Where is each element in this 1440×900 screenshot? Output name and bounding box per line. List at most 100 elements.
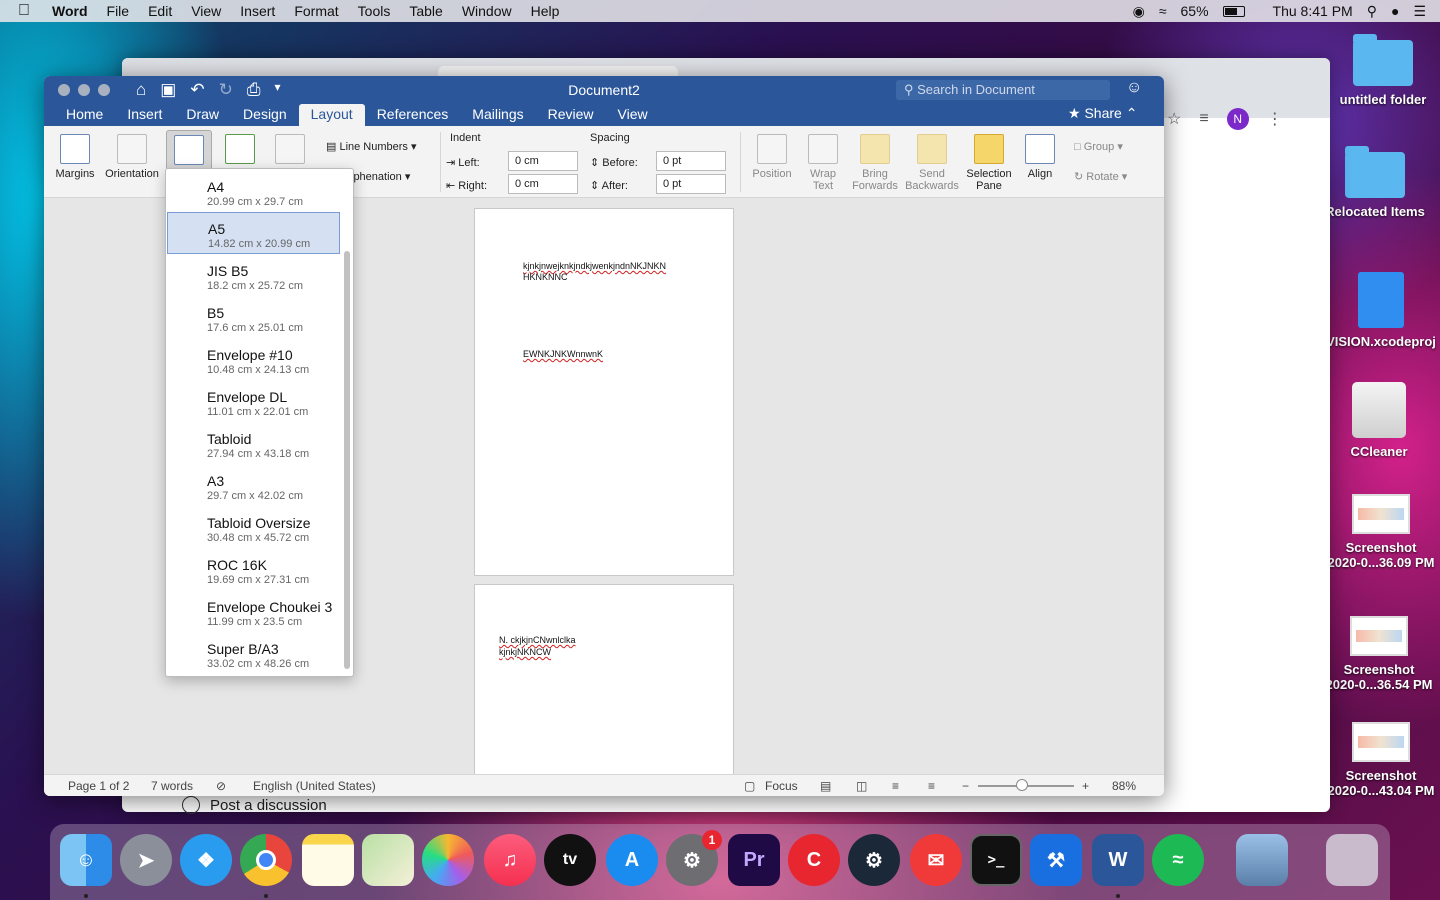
spacing-before-input[interactable]: 0 pt xyxy=(656,151,726,171)
dock-notes[interactable] xyxy=(302,834,354,886)
menu-file[interactable]: File xyxy=(107,3,130,19)
proofing-icon[interactable]: ⊘ xyxy=(216,779,226,793)
tab-layout[interactable]: Layout xyxy=(298,104,365,126)
outline-view-icon[interactable]: ≡ xyxy=(892,779,899,793)
menu-help[interactable]: Help xyxy=(531,3,560,19)
dock-chrome[interactable] xyxy=(240,834,292,886)
web-layout-icon[interactable]: ◫ xyxy=(856,779,867,793)
share-button[interactable]: ★ Share ⌃ xyxy=(1068,105,1137,122)
tab-home[interactable]: Home xyxy=(54,104,115,126)
position-button[interactable]: Position xyxy=(748,134,796,180)
size-button[interactable] xyxy=(166,130,212,170)
desktop-relocated-items[interactable]: Relocated Items xyxy=(1320,146,1430,219)
dock-spotify[interactable]: ≈ xyxy=(1152,834,1204,886)
page-size-option-selected[interactable]: A5 14.82 cm x 20.99 cm xyxy=(167,212,340,254)
selection-pane-button[interactable]: Selection Pane xyxy=(964,134,1014,192)
battery-percent[interactable]: 65% xyxy=(1181,3,1209,19)
menu-app-name[interactable]: Word xyxy=(52,3,88,19)
dock-music[interactable]: ♫ xyxy=(484,834,536,886)
menu-clock[interactable]: Thu 8:41 PM xyxy=(1273,3,1353,19)
columns-button[interactable] xyxy=(220,134,260,168)
word-count[interactable]: 7 words xyxy=(151,779,193,793)
tab-mailings[interactable]: Mailings xyxy=(460,104,535,126)
tab-references[interactable]: References xyxy=(365,104,461,126)
zoom-slider-knob[interactable] xyxy=(1016,779,1028,791)
page-size-option[interactable]: Tabloid 27.94 cm x 43.18 cm xyxy=(167,423,340,465)
page-size-option[interactable]: ROC 16K 19.69 cm x 27.31 cm xyxy=(167,549,340,591)
rotate-button[interactable]: ↻ Rotate ▾ xyxy=(1074,170,1127,183)
dock-photos[interactable] xyxy=(422,834,474,886)
kebab-menu-icon[interactable]: ⋮ xyxy=(1267,109,1283,129)
page-size-option[interactable]: Envelope #10 10.48 cm x 24.13 cm xyxy=(167,339,340,381)
zoom-level[interactable]: 88% xyxy=(1112,779,1136,793)
group-button[interactable]: □ Group ▾ xyxy=(1074,140,1123,153)
dock-system-preferences[interactable]: ⚙ 1 xyxy=(666,830,722,886)
focus-icon[interactable]: ▢ xyxy=(744,779,755,793)
tab-insert[interactable]: Insert xyxy=(115,104,174,126)
star-icon[interactable]: ☆ xyxy=(1167,109,1181,129)
desktop-screenshot-1[interactable]: Screenshot 2020-0...36.09 PM xyxy=(1326,494,1436,570)
dock-word[interactable]: W xyxy=(1092,834,1144,886)
desktop-screenshot-2[interactable]: Screenshot 2020-0...36.54 PM xyxy=(1324,616,1434,692)
align-button[interactable]: Align xyxy=(1020,134,1060,180)
dock-trash[interactable] xyxy=(1326,834,1378,886)
orientation-button[interactable]: Orientation xyxy=(102,134,162,180)
page-size-option[interactable]: Envelope Choukei 3 11.99 cm x 23.5 cm xyxy=(167,591,340,633)
tab-view[interactable]: View xyxy=(606,104,660,126)
menu-insert[interactable]: Insert xyxy=(240,3,275,19)
radio-circle-icon[interactable] xyxy=(182,796,200,814)
menu-edit[interactable]: Edit xyxy=(148,3,172,19)
page-size-option[interactable]: Envelope DL 11.01 cm x 22.01 cm xyxy=(167,381,340,423)
dock-app-store[interactable]: A xyxy=(606,834,658,886)
siri-icon[interactable]: ● xyxy=(1391,3,1399,19)
dock-launchpad[interactable]: ➤ xyxy=(120,834,172,886)
line-numbers-button[interactable]: ▤ Line Numbers ▾ xyxy=(326,140,417,153)
spacing-after-input[interactable]: 0 pt xyxy=(656,174,726,194)
draft-view-icon[interactable]: ≡ xyxy=(928,779,935,793)
dropdown-scrollbar[interactable] xyxy=(344,251,350,669)
menu-view[interactable]: View xyxy=(191,3,221,19)
bring-forwards-button[interactable]: Bring Forwards xyxy=(850,134,900,192)
dock-steam[interactable]: ⚙ xyxy=(848,834,900,886)
dock-maps[interactable] xyxy=(362,834,414,886)
zoom-out-icon[interactable]: − xyxy=(962,779,969,793)
profile-avatar[interactable]: N xyxy=(1226,108,1249,130)
notification-center-icon[interactable]: ☰ xyxy=(1413,3,1426,20)
dock-ccleaner[interactable]: C xyxy=(788,834,840,886)
focus-button[interactable]: Focus xyxy=(765,779,798,793)
indent-right-input[interactable]: 0 cm xyxy=(508,174,578,194)
feedback-smiley-icon[interactable]: ☺ xyxy=(1126,79,1142,97)
dock-mail[interactable]: ✉ xyxy=(910,834,962,886)
post-discussion-option[interactable]: Post a discussion xyxy=(182,796,327,814)
apple-icon[interactable]:  xyxy=(18,2,38,20)
tab-design[interactable]: Design xyxy=(231,104,299,126)
menu-format[interactable]: Format xyxy=(294,3,338,19)
dock-preview[interactable] xyxy=(1236,834,1288,886)
language-indicator[interactable]: English (United States) xyxy=(253,779,376,793)
tab-draw[interactable]: Draw xyxy=(174,104,231,126)
desktop-ccleaner[interactable]: CCleaner xyxy=(1324,382,1434,459)
dock-safari[interactable]: ❖ xyxy=(180,834,232,886)
indent-left-input[interactable]: 0 cm xyxy=(508,151,578,171)
breaks-button[interactable] xyxy=(270,134,310,168)
print-layout-icon[interactable]: ▤ xyxy=(820,779,831,793)
page-size-option[interactable]: Tabloid Oversize 30.48 cm x 45.72 cm xyxy=(167,507,340,549)
menu-table[interactable]: Table xyxy=(409,3,442,19)
menu-tools[interactable]: Tools xyxy=(358,3,391,19)
dock-finder[interactable]: ☺ xyxy=(60,834,112,886)
wrap-text-button[interactable]: Wrap Text xyxy=(802,134,844,192)
desktop-untitled-folder[interactable]: untitled folder xyxy=(1328,34,1438,107)
page-count[interactable]: Page 1 of 2 xyxy=(68,779,129,793)
dock-xcode[interactable]: ⚒ xyxy=(1030,834,1082,886)
dock-tv[interactable]: tv xyxy=(544,834,596,886)
desktop-screenshot-3[interactable]: Screenshot 2020-0...43.04 PM xyxy=(1326,722,1436,798)
battery-icon[interactable] xyxy=(1222,5,1245,17)
dock-terminal[interactable]: >_ xyxy=(970,834,1022,886)
margins-button[interactable]: Margins xyxy=(54,134,96,180)
document-page-2[interactable]: N. ckjkjnCNwnlclka kjnkjNKNCW xyxy=(474,584,734,784)
page-size-option[interactable]: A4 20.99 cm x 29.7 cm xyxy=(167,171,340,213)
menu-window[interactable]: Window xyxy=(462,3,512,19)
zoom-in-icon[interactable]: + xyxy=(1082,779,1089,793)
page-size-option[interactable]: A3 29.7 cm x 42.02 cm xyxy=(167,465,340,507)
tab-review[interactable]: Review xyxy=(536,104,606,126)
